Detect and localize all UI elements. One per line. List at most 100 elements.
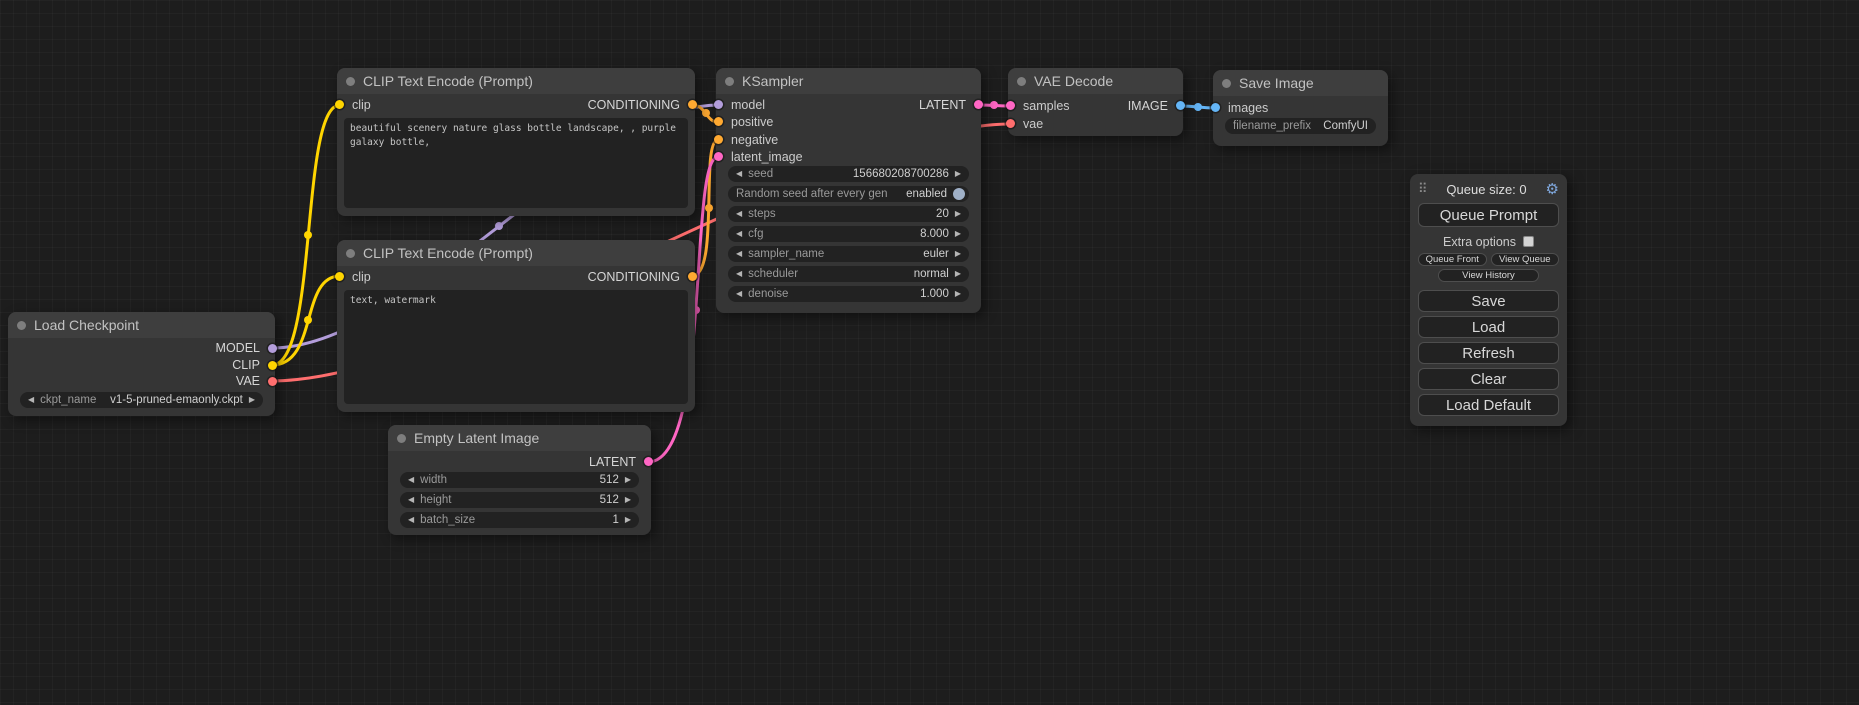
- view-queue-button[interactable]: View Queue: [1491, 253, 1560, 266]
- decrement-arrow-icon[interactable]: ◀: [736, 170, 742, 178]
- queue-size-label: Queue size: 0: [1428, 182, 1546, 197]
- node-status-dot-icon: [1222, 79, 1231, 88]
- extra-options-checkbox[interactable]: [1523, 236, 1534, 247]
- node-vae-decode[interactable]: VAE Decode samples vae IMAGE: [1008, 68, 1183, 136]
- output-slot-conditioning[interactable]: [688, 272, 697, 281]
- node-empty-latent-image[interactable]: Empty Latent Image LATENT ◀ width 512 ▶ …: [388, 425, 651, 535]
- refresh-button[interactable]: Refresh: [1418, 342, 1559, 364]
- decrement-arrow-icon[interactable]: ◀: [408, 516, 414, 524]
- increment-arrow-icon[interactable]: ▶: [955, 170, 961, 178]
- clear-button[interactable]: Clear: [1418, 368, 1559, 390]
- save-button[interactable]: Save: [1418, 290, 1559, 312]
- node-save-image[interactable]: Save Image images filename_prefix ComfyU…: [1213, 70, 1388, 146]
- node-title-bar[interactable]: Empty Latent Image: [388, 425, 651, 451]
- widget-scheduler[interactable]: ◀ scheduler normal ▶: [728, 266, 969, 282]
- input-label-clip: clip: [352, 98, 371, 112]
- output-slot-latent[interactable]: [974, 100, 983, 109]
- output-slot-image[interactable]: [1176, 101, 1185, 110]
- widget-value: 512: [600, 474, 619, 486]
- extra-options-row: Extra options: [1418, 233, 1559, 250]
- decrement-arrow-icon[interactable]: ◀: [736, 230, 742, 238]
- node-title-bar[interactable]: Save Image: [1213, 70, 1388, 96]
- widget-filename-prefix[interactable]: filename_prefix ComfyUI: [1225, 118, 1376, 134]
- node-status-dot-icon: [346, 249, 355, 258]
- output-slot-latent[interactable]: [644, 457, 653, 466]
- output-slot-conditioning[interactable]: [688, 100, 697, 109]
- increment-arrow-icon[interactable]: ▶: [625, 496, 631, 504]
- widget-name: seed: [748, 168, 773, 180]
- node-title: CLIP Text Encode (Prompt): [363, 73, 533, 89]
- output-slot-clip[interactable]: [268, 361, 277, 370]
- settings-gear-icon[interactable]: ⚙: [1546, 180, 1559, 198]
- input-label-positive: positive: [731, 115, 773, 129]
- widget-sampler-name[interactable]: ◀ sampler_name euler ▶: [728, 246, 969, 262]
- increment-arrow-icon[interactable]: ▶: [625, 516, 631, 524]
- decrement-arrow-icon[interactable]: ◀: [736, 290, 742, 298]
- widget-cfg[interactable]: ◀ cfg 8.000 ▶: [728, 226, 969, 242]
- drag-handle-icon[interactable]: ⠿: [1418, 181, 1428, 197]
- node-status-dot-icon: [397, 434, 406, 443]
- toggle-knob-icon[interactable]: [953, 188, 965, 200]
- decrement-arrow-icon[interactable]: ◀: [408, 496, 414, 504]
- widget-seed-control[interactable]: Random seed after every gen enabled: [728, 186, 969, 202]
- widget-denoise[interactable]: ◀ denoise 1.000 ▶: [728, 286, 969, 302]
- widget-width[interactable]: ◀ width 512 ▶: [400, 472, 639, 488]
- decrement-arrow-icon[interactable]: ◀: [736, 270, 742, 278]
- input-slot-latent-image[interactable]: [714, 152, 723, 161]
- input-slot-images[interactable]: [1211, 103, 1220, 112]
- node-clip-text-encode-positive[interactable]: CLIP Text Encode (Prompt) clip CONDITION…: [337, 68, 695, 216]
- graph-canvas[interactable]: Load Checkpoint MODEL CLIP VAE ◀ ckpt_na…: [0, 0, 1859, 705]
- output-label-vae: VAE: [236, 374, 260, 388]
- input-slot-clip[interactable]: [335, 272, 344, 281]
- input-slot-vae[interactable]: [1006, 119, 1015, 128]
- input-slot-positive[interactable]: [714, 117, 723, 126]
- extra-options-label: Extra options: [1443, 235, 1516, 249]
- increment-arrow-icon[interactable]: ▶: [249, 396, 255, 404]
- widget-value: euler: [923, 248, 949, 260]
- node-title: Empty Latent Image: [414, 430, 539, 446]
- output-slot-model[interactable]: [268, 344, 277, 353]
- node-title-bar[interactable]: KSampler: [716, 68, 981, 94]
- widget-name: ckpt_name: [40, 394, 96, 406]
- widget-batch-size[interactable]: ◀ batch_size 1 ▶: [400, 512, 639, 528]
- queue-front-button[interactable]: Queue Front: [1418, 253, 1487, 266]
- increment-arrow-icon[interactable]: ▶: [955, 250, 961, 258]
- decrement-arrow-icon[interactable]: ◀: [736, 210, 742, 218]
- prompt-textarea[interactable]: text, watermark: [344, 290, 688, 404]
- input-slot-samples[interactable]: [1006, 101, 1015, 110]
- decrement-arrow-icon[interactable]: ◀: [736, 250, 742, 258]
- increment-arrow-icon[interactable]: ▶: [955, 210, 961, 218]
- node-title: CLIP Text Encode (Prompt): [363, 245, 533, 261]
- view-history-button[interactable]: View History: [1438, 269, 1540, 282]
- widget-height[interactable]: ◀ height 512 ▶: [400, 492, 639, 508]
- widget-name: batch_size: [420, 514, 475, 526]
- widget-steps[interactable]: ◀ steps 20 ▶: [728, 206, 969, 222]
- node-title-bar[interactable]: Load Checkpoint: [8, 312, 275, 338]
- input-slot-model[interactable]: [714, 100, 723, 109]
- widget-value: 512: [600, 494, 619, 506]
- decrement-arrow-icon[interactable]: ◀: [408, 476, 414, 484]
- input-slot-clip[interactable]: [335, 100, 344, 109]
- input-label-images: images: [1228, 101, 1268, 115]
- increment-arrow-icon[interactable]: ▶: [955, 230, 961, 238]
- queue-buttons-row: Queue Front View Queue: [1418, 253, 1559, 266]
- load-button[interactable]: Load: [1418, 316, 1559, 338]
- widget-ckpt-name[interactable]: ◀ ckpt_name v1-5-pruned-emaonly.ckpt ▶: [20, 392, 263, 408]
- node-title-bar[interactable]: CLIP Text Encode (Prompt): [337, 240, 695, 266]
- increment-arrow-icon[interactable]: ▶: [955, 290, 961, 298]
- node-clip-text-encode-negative[interactable]: CLIP Text Encode (Prompt) clip CONDITION…: [337, 240, 695, 412]
- node-ksampler[interactable]: KSampler model positive negative latent_…: [716, 68, 981, 313]
- output-slot-vae[interactable]: [268, 377, 277, 386]
- prompt-textarea[interactable]: beautiful scenery nature glass bottle la…: [344, 118, 688, 208]
- load-default-button[interactable]: Load Default: [1418, 394, 1559, 416]
- node-title-bar[interactable]: VAE Decode: [1008, 68, 1183, 94]
- decrement-arrow-icon[interactable]: ◀: [28, 396, 34, 404]
- node-title-bar[interactable]: CLIP Text Encode (Prompt): [337, 68, 695, 94]
- node-load-checkpoint[interactable]: Load Checkpoint MODEL CLIP VAE ◀ ckpt_na…: [8, 312, 275, 416]
- input-slot-negative[interactable]: [714, 135, 723, 144]
- increment-arrow-icon[interactable]: ▶: [955, 270, 961, 278]
- increment-arrow-icon[interactable]: ▶: [625, 476, 631, 484]
- queue-prompt-button[interactable]: Queue Prompt: [1418, 203, 1559, 227]
- widget-seed[interactable]: ◀ seed 156680208700286 ▶: [728, 166, 969, 182]
- wire-midpoint-dot: [304, 231, 312, 239]
